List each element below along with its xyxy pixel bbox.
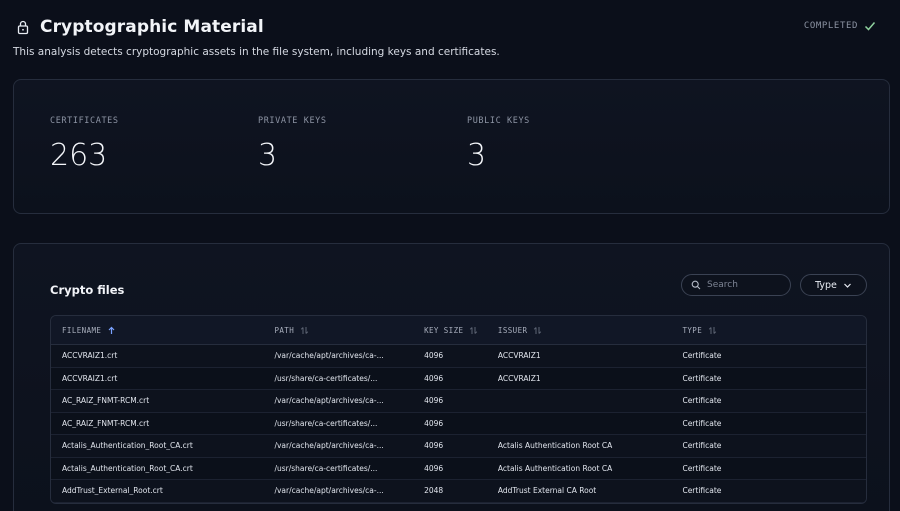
cell-path: /var/cache/apt/archives/ca-... — [274, 396, 384, 406]
cell-issuer: ACCVRAIZ1 — [497, 351, 541, 361]
page-header: Cryptographic Material COMPLETED — [16, 14, 888, 40]
cell-type: Certificate — [682, 373, 722, 383]
search-box[interactable] — [681, 274, 791, 296]
column-label: KEY SIZE — [424, 325, 464, 335]
table-row[interactable]: Actalis_Authentication_Root_CA.crt /usr/… — [51, 457, 866, 480]
stat-certificates: CERTIFICATES 263 — [50, 116, 119, 173]
column-label: PATH — [274, 325, 295, 335]
cell-path: /var/cache/apt/archives/ca-... — [274, 441, 384, 451]
table-row[interactable]: AddTrust_External_Root.crt /var/cache/ap… — [51, 480, 866, 503]
column-path[interactable]: PATH — [274, 326, 424, 335]
lock-icon — [16, 19, 30, 35]
cell-path: /var/cache/apt/archives/ca-... — [274, 351, 384, 361]
cell-type: Certificate — [682, 441, 722, 451]
cell-filename: AC_RAIZ_FNMT-RCM.crt — [62, 396, 150, 406]
page-subtitle: This analysis detects cryptographic asse… — [13, 46, 500, 58]
table-body: ACCVRAIZ1.crt /var/cache/apt/archives/ca… — [51, 345, 866, 503]
crypto-files-title: Crypto files — [50, 283, 125, 297]
stats-card: CERTIFICATES 263 PRIVATE KEYS 3 PUBLIC K… — [13, 79, 890, 214]
sort-icon — [469, 326, 478, 335]
stat-value: 3 — [258, 138, 278, 173]
sort-ascending-icon — [107, 326, 116, 335]
stat-private-keys: PRIVATE KEYS 3 — [258, 116, 327, 173]
cell-key-size: 4096 — [424, 396, 444, 406]
type-filter-button[interactable]: Type — [800, 274, 867, 296]
cell-issuer: Actalis Authentication Root CA — [497, 463, 613, 473]
cell-path: /usr/share/ca-certificates/... — [274, 373, 378, 383]
table-row[interactable]: Actalis_Authentication_Root_CA.crt /var/… — [51, 435, 866, 458]
status-badge: COMPLETED — [804, 20, 876, 32]
cell-issuer: Actalis Authentication Root CA — [497, 441, 613, 451]
cell-filename: ACCVRAIZ1.crt — [62, 373, 118, 383]
status-text: COMPLETED — [803, 21, 858, 31]
type-filter-label: Type — [815, 279, 837, 291]
sort-icon — [300, 326, 309, 335]
sort-icon — [533, 326, 542, 335]
cell-path: /usr/share/ca-certificates/... — [274, 418, 378, 428]
page-title: Cryptographic Material — [40, 17, 264, 37]
cell-key-size: 4096 — [424, 373, 444, 383]
stat-label: PRIVATE KEYS — [258, 116, 327, 126]
stat-label: CERTIFICATES — [50, 116, 119, 126]
chevron-down-icon — [843, 281, 852, 290]
stat-label: PUBLIC KEYS — [467, 116, 530, 126]
stat-value: 3 — [467, 138, 487, 173]
search-input[interactable] — [707, 280, 787, 290]
cell-key-size: 4096 — [424, 418, 444, 428]
cell-key-size: 4096 — [424, 463, 444, 473]
search-icon — [691, 280, 701, 290]
stat-public-keys: PUBLIC KEYS 3 — [467, 116, 530, 173]
check-icon — [864, 20, 876, 32]
cell-filename: AC_RAIZ_FNMT-RCM.crt — [62, 418, 150, 428]
cell-key-size: 2048 — [424, 486, 444, 496]
table-row[interactable]: ACCVRAIZ1.crt /usr/share/ca-certificates… — [51, 367, 866, 390]
table-row[interactable]: AC_RAIZ_FNMT-RCM.crt /var/cache/apt/arch… — [51, 390, 866, 413]
cell-path: /var/cache/apt/archives/ca-... — [274, 486, 384, 496]
cell-filename: ACCVRAIZ1.crt — [62, 351, 118, 361]
column-issuer[interactable]: ISSUER — [498, 326, 683, 335]
cell-type: Certificate — [682, 351, 722, 361]
crypto-files-table: FILENAME PATH KEY SIZE ISSUER TYPE ACCVR… — [50, 315, 867, 504]
stat-value: 263 — [50, 138, 108, 173]
table-row[interactable]: ACCVRAIZ1.crt /var/cache/apt/archives/ca… — [51, 345, 866, 368]
cell-path: /usr/share/ca-certificates/... — [274, 463, 378, 473]
cell-type: Certificate — [682, 418, 722, 428]
cell-type: Certificate — [682, 486, 722, 496]
cell-key-size: 4096 — [424, 351, 444, 361]
cell-key-size: 4096 — [424, 441, 444, 451]
column-key-size[interactable]: KEY SIZE — [424, 326, 498, 335]
crypto-files-card: Crypto files Type FILENAME PATH — [13, 243, 890, 511]
column-filename[interactable]: FILENAME — [51, 326, 274, 335]
column-type[interactable]: TYPE — [682, 326, 866, 335]
cell-issuer: AddTrust External CA Root — [497, 486, 597, 496]
sort-icon — [708, 326, 717, 335]
column-label: FILENAME — [62, 325, 102, 335]
cell-type: Certificate — [682, 463, 722, 473]
cell-issuer: ACCVRAIZ1 — [497, 373, 541, 383]
cell-filename: Actalis_Authentication_Root_CA.crt — [62, 441, 193, 451]
table-row[interactable]: AC_RAIZ_FNMT-RCM.crt /usr/share/ca-certi… — [51, 412, 866, 435]
cell-filename: AddTrust_External_Root.crt — [62, 486, 163, 496]
cell-type: Certificate — [682, 396, 722, 406]
column-label: TYPE — [682, 325, 703, 335]
cell-filename: Actalis_Authentication_Root_CA.crt — [62, 463, 193, 473]
table-header: FILENAME PATH KEY SIZE ISSUER TYPE — [51, 316, 866, 345]
column-label: ISSUER — [497, 325, 528, 335]
